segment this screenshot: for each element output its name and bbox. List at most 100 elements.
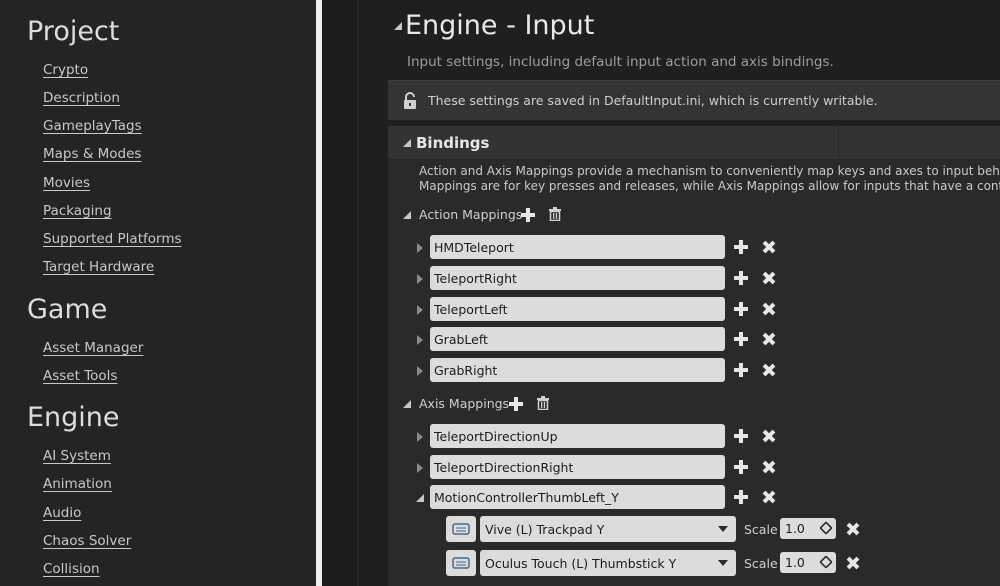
bindings-collapse-icon[interactable] xyxy=(403,139,411,147)
add-key-icon[interactable] xyxy=(732,488,750,506)
sidebar-link-asset-manager[interactable]: Asset Manager xyxy=(43,340,143,356)
axis-mappings-collapse-icon[interactable] xyxy=(403,400,411,408)
action-mapping-name-field[interactable]: TeleportLeft xyxy=(430,297,725,321)
axis-mappings-group: Axis Mappings xyxy=(401,394,601,414)
scale-value: 1.0 xyxy=(785,521,805,536)
bindings-description-line1: Action and Axis Mappings provide a mecha… xyxy=(419,164,1000,178)
axis-mapping-row: MotionControllerThumbLeft_Y xyxy=(414,485,774,511)
bindings-header[interactable]: Bindings xyxy=(388,126,1000,160)
sidebar-link-chaos-solver[interactable]: Chaos Solver xyxy=(43,533,131,549)
action-mapping-row: TeleportRight xyxy=(414,266,774,292)
action-mapping-row: HMDTeleport xyxy=(414,235,774,261)
page-subtitle: Input settings, including default input … xyxy=(407,54,834,70)
expand-icon[interactable] xyxy=(417,274,423,284)
sidebar-link-target-hardware[interactable]: Target Hardware xyxy=(43,259,154,275)
section-title-engine: Engine xyxy=(27,402,120,433)
sidebar-link-maps-modes[interactable]: Maps & Modes xyxy=(43,146,141,162)
spin-icon[interactable] xyxy=(819,521,833,535)
axis-key-row: Oculus Touch (L) Thumbstick Y Scale 1.0 xyxy=(446,550,866,578)
action-mapping-name-field[interactable]: GrabRight xyxy=(430,358,725,382)
axis-mapping-name-field[interactable]: MotionControllerThumbLeft_Y xyxy=(430,485,725,509)
gamepad-icon[interactable] xyxy=(446,550,476,576)
sidebar-link-collision[interactable]: Collision xyxy=(43,561,100,577)
axis-key-row: Vive (L) Trackpad Y Scale 1.0 xyxy=(446,516,866,544)
sidebar-link-audio[interactable]: Audio xyxy=(43,505,81,521)
settings-main-panel: Engine - Input Input settings, including… xyxy=(358,0,1000,586)
remove-mapping-icon[interactable] xyxy=(760,361,778,379)
config-notice: These settings are saved in DefaultInput… xyxy=(388,80,1000,120)
bindings-title: Bindings xyxy=(416,134,490,152)
action-mapping-row: GrabLeft xyxy=(414,327,774,353)
side-strip xyxy=(322,0,358,586)
notice-text: These settings are saved in DefaultInput… xyxy=(428,93,878,108)
trash-icon[interactable] xyxy=(536,396,550,410)
action-mapping-name-field[interactable]: GrabLeft xyxy=(430,327,725,351)
axis-mapping-name-field[interactable]: TeleportDirectionUp xyxy=(430,424,725,448)
scale-value: 1.0 xyxy=(785,555,805,570)
sidebar-link-description[interactable]: Description xyxy=(43,90,120,106)
key-select-value: Vive (L) Trackpad Y xyxy=(485,522,605,537)
sidebar-link-ai-system[interactable]: AI System xyxy=(43,448,111,464)
remove-mapping-icon[interactable] xyxy=(760,269,778,287)
lock-icon xyxy=(404,92,416,109)
expand-icon[interactable] xyxy=(417,366,423,376)
section-title-project: Project xyxy=(27,16,120,47)
action-mappings-collapse-icon[interactable] xyxy=(403,211,411,219)
sidebar-link-supported-platforms[interactable]: Supported Platforms xyxy=(43,231,182,247)
key-select[interactable]: Vive (L) Trackpad Y xyxy=(480,516,736,542)
chevron-down-icon xyxy=(718,560,728,566)
remove-key-icon[interactable] xyxy=(844,520,862,538)
scale-input[interactable]: 1.0 xyxy=(780,518,836,539)
expand-icon[interactable] xyxy=(417,432,423,442)
trash-icon[interactable] xyxy=(548,207,562,221)
expand-icon[interactable] xyxy=(417,463,423,473)
remove-mapping-icon[interactable] xyxy=(760,300,778,318)
add-key-icon[interactable] xyxy=(732,427,750,445)
remove-key-icon[interactable] xyxy=(844,554,862,572)
sidebar-link-packaging[interactable]: Packaging xyxy=(43,203,112,219)
remove-mapping-icon[interactable] xyxy=(760,488,778,506)
sidebar-link-gameplaytags[interactable]: GameplayTags xyxy=(43,118,142,134)
expand-icon[interactable] xyxy=(417,335,423,345)
sidebar-link-animation[interactable]: Animation xyxy=(43,476,112,492)
add-key-icon[interactable] xyxy=(732,269,750,287)
sidebar-link-asset-tools[interactable]: Asset Tools xyxy=(43,368,117,384)
add-action-mapping-icon[interactable] xyxy=(521,208,535,222)
page-title: Engine - Input xyxy=(405,10,595,41)
action-mapping-name-field[interactable]: TeleportRight xyxy=(430,266,725,290)
action-mapping-row: TeleportLeft xyxy=(414,297,774,323)
expand-icon[interactable] xyxy=(417,243,423,253)
action-mapping-name-field[interactable]: HMDTeleport xyxy=(430,235,725,259)
sidebar-link-movies[interactable]: Movies xyxy=(43,175,90,191)
chevron-down-icon xyxy=(718,526,728,532)
action-mappings-group: Action Mappings xyxy=(401,205,601,225)
expand-icon[interactable] xyxy=(417,305,423,315)
action-mappings-label: Action Mappings xyxy=(419,207,523,222)
scale-input[interactable]: 1.0 xyxy=(780,552,836,573)
settings-sidebar: Project Crypto Description GameplayTags … xyxy=(0,0,316,586)
axis-mapping-row: TeleportDirectionUp xyxy=(414,424,774,450)
key-select[interactable]: Oculus Touch (L) Thumbstick Y xyxy=(480,550,736,576)
remove-mapping-icon[interactable] xyxy=(760,427,778,445)
add-key-icon[interactable] xyxy=(732,458,750,476)
remove-mapping-icon[interactable] xyxy=(760,330,778,348)
section-title-game: Game xyxy=(27,294,108,325)
scale-label: Scale xyxy=(744,556,778,571)
add-key-icon[interactable] xyxy=(732,330,750,348)
add-key-icon[interactable] xyxy=(732,300,750,318)
add-key-icon[interactable] xyxy=(732,361,750,379)
bindings-description-line2: Mappings are for key presses and release… xyxy=(419,179,1000,193)
remove-mapping-icon[interactable] xyxy=(760,238,778,256)
scale-label: Scale xyxy=(744,522,778,537)
column-separator xyxy=(838,126,839,160)
axis-mapping-name-field[interactable]: TeleportDirectionRight xyxy=(430,455,725,479)
gamepad-icon[interactable] xyxy=(446,516,476,542)
sidebar-link-crypto[interactable]: Crypto xyxy=(43,62,88,78)
remove-mapping-icon[interactable] xyxy=(760,458,778,476)
bindings-body: Action and Axis Mappings provide a mecha… xyxy=(388,160,1000,586)
add-axis-mapping-icon[interactable] xyxy=(509,397,523,411)
add-key-icon[interactable] xyxy=(732,238,750,256)
spin-icon[interactable] xyxy=(819,555,833,569)
action-mapping-row: GrabRight xyxy=(414,358,774,384)
collapse-icon[interactable] xyxy=(416,494,424,502)
